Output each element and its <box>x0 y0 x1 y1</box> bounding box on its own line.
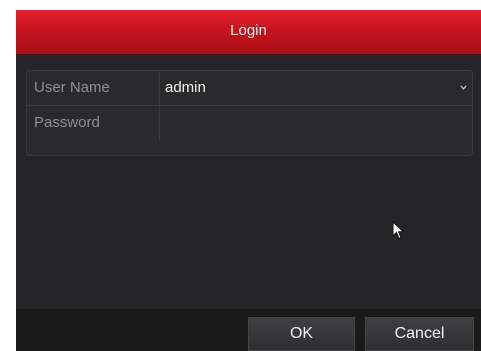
title-bar: Login <box>16 10 481 55</box>
mouse-pointer-icon <box>392 221 405 240</box>
login-dialog: Login User Name admin Password OK Cancel <box>16 10 481 351</box>
login-form: User Name admin Password <box>26 70 473 156</box>
dialog-footer: OK Cancel <box>16 309 481 351</box>
password-label: Password <box>27 106 160 141</box>
password-field[interactable] <box>160 106 472 141</box>
chevron-down-icon <box>460 85 467 90</box>
password-row: Password <box>27 106 472 141</box>
username-dropdown[interactable]: admin <box>160 71 472 105</box>
username-label: User Name <box>27 71 160 105</box>
ok-button[interactable]: OK <box>248 317 355 351</box>
username-row: User Name admin <box>27 71 472 106</box>
dialog-title: Login <box>230 22 267 39</box>
username-value: admin <box>165 79 206 96</box>
cancel-button[interactable]: Cancel <box>365 317 474 351</box>
